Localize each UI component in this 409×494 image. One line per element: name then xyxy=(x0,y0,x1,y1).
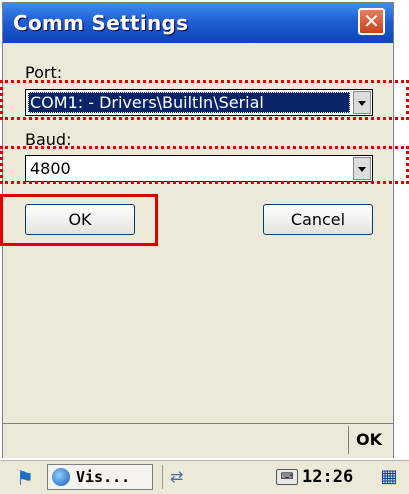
desktop-icon[interactable]: ▦ xyxy=(378,466,400,488)
dialog-title: Comm Settings xyxy=(13,11,189,35)
clock[interactable]: 12:26 xyxy=(302,466,353,488)
taskbar-item-label: Vis... xyxy=(76,468,131,486)
cancel-button[interactable]: Cancel xyxy=(263,204,373,235)
windows-flag-icon[interactable]: ⚑ xyxy=(12,466,38,490)
softkey-ok[interactable]: OK xyxy=(348,426,389,454)
taskbar-item[interactable]: Vis... xyxy=(47,464,153,490)
port-highlight-box xyxy=(0,80,409,120)
ok-highlight-box xyxy=(0,194,158,246)
close-icon: ✕ xyxy=(363,9,380,33)
baud-highlight-box xyxy=(0,146,409,184)
taskbar-separator xyxy=(162,465,163,489)
network-icon[interactable]: ⇄ xyxy=(170,466,198,488)
close-button[interactable]: ✕ xyxy=(358,8,385,35)
softkey-bar: OK xyxy=(3,423,393,458)
globe-icon xyxy=(52,468,70,486)
taskbar: ⚑ Vis... ⇄ ⌨ 12:26 ▦ xyxy=(0,460,409,494)
keyboard-icon[interactable]: ⌨ xyxy=(276,469,298,485)
titlebar: Comm Settings ✕ xyxy=(3,3,393,43)
